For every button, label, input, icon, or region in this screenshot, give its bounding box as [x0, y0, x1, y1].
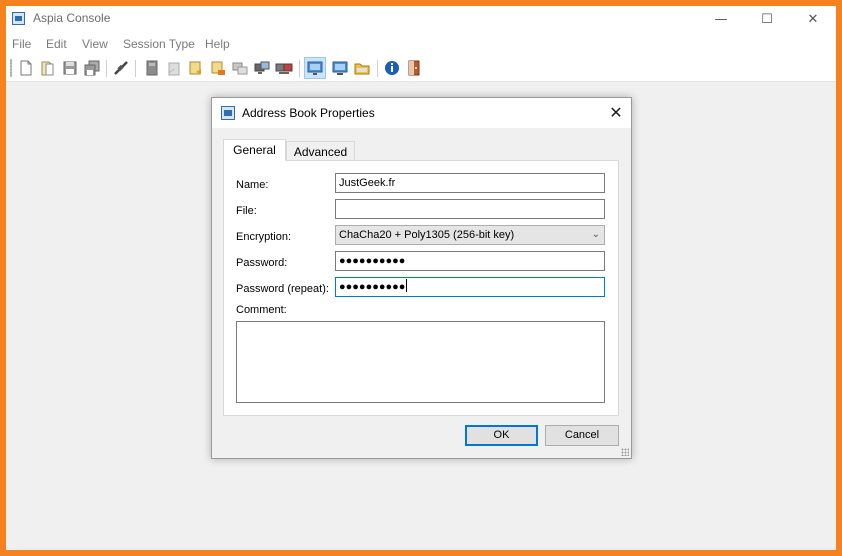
- dialog-app-icon: [221, 106, 235, 120]
- encryption-select[interactable]: ChaCha20 + Poly1305 (256-bit key) ⌄: [335, 225, 605, 245]
- password-repeat-mask: ●●●●●●●●●●: [339, 281, 406, 293]
- close-button[interactable]: ✕: [790, 6, 836, 33]
- text-caret: [406, 279, 408, 292]
- password-mask: ●●●●●●●●●●: [339, 255, 406, 267]
- delete-group-icon[interactable]: [165, 59, 183, 77]
- title-bar: Aspia Console — ☐ ✕: [6, 6, 836, 33]
- password-repeat-field[interactable]: ●●●●●●●●●●: [335, 277, 605, 297]
- connect-desktop-icon[interactable]: [253, 59, 271, 77]
- comment-textarea[interactable]: [236, 321, 605, 403]
- window-title: Aspia Console: [33, 11, 111, 25]
- dialog-title: Address Book Properties: [242, 106, 375, 120]
- menu-bar: File Edit View Session Type Help: [6, 33, 836, 55]
- name-label: Name:: [236, 179, 269, 191]
- encryption-label: Encryption:: [236, 231, 292, 243]
- aspia-app-icon: [12, 12, 25, 25]
- disconnect-icon[interactable]: [112, 59, 130, 77]
- toolbar-grip[interactable]: [10, 59, 12, 77]
- toolbar-separator: [299, 60, 300, 77]
- about-icon[interactable]: [383, 59, 401, 77]
- comment-label: Comment:: [236, 304, 287, 316]
- menu-help[interactable]: Help: [205, 37, 230, 51]
- file-label: File:: [236, 205, 257, 217]
- new-file-icon[interactable]: [17, 59, 35, 77]
- menu-edit[interactable]: Edit: [46, 37, 67, 51]
- file-transfer-icon[interactable]: [353, 59, 371, 77]
- password-field[interactable]: ●●●●●●●●●●: [335, 251, 605, 271]
- toolbar: [6, 55, 836, 82]
- address-book-properties-dialog: Address Book Properties ✕ General Advanc…: [211, 97, 632, 459]
- save-all-icon[interactable]: [83, 59, 101, 77]
- name-field[interactable]: JustGeek.fr: [335, 173, 605, 193]
- connect-view-icon[interactable]: [275, 59, 293, 77]
- save-icon[interactable]: [61, 59, 79, 77]
- tab-advanced[interactable]: Advanced: [286, 141, 355, 161]
- exit-icon[interactable]: [405, 59, 423, 77]
- open-file-icon[interactable]: [39, 59, 57, 77]
- ok-button[interactable]: OK: [465, 425, 538, 446]
- minimize-button[interactable]: —: [698, 6, 744, 33]
- toolbar-separator: [135, 60, 136, 77]
- password-label: Password:: [236, 257, 288, 269]
- menu-view[interactable]: View: [82, 37, 108, 51]
- dialog-close-button[interactable]: ✕: [601, 98, 631, 128]
- chevron-down-icon: ⌄: [591, 229, 600, 240]
- cancel-button[interactable]: Cancel: [545, 425, 619, 446]
- menu-session-type[interactable]: Session Type: [123, 37, 195, 51]
- general-tab-panel: Name: JustGeek.fr File: Encryption: ChaC…: [223, 160, 619, 416]
- add-computer-icon[interactable]: [187, 59, 205, 77]
- delete-computer-icon[interactable]: [209, 59, 227, 77]
- file-field[interactable]: [335, 199, 605, 219]
- resize-grip[interactable]: [621, 448, 629, 456]
- toolbar-separator: [377, 60, 378, 77]
- password-repeat-label: Password (repeat):: [236, 283, 329, 295]
- dialog-title-bar: Address Book Properties ✕: [212, 98, 631, 128]
- menu-file[interactable]: File: [12, 37, 31, 51]
- copy-computer-icon[interactable]: [231, 59, 249, 77]
- toolbar-separator: [106, 60, 107, 77]
- encryption-selected-value: ChaCha20 + Poly1305 (256-bit key): [339, 229, 515, 241]
- add-group-icon[interactable]: [143, 59, 161, 77]
- tab-general[interactable]: General: [223, 139, 286, 161]
- desktop-manage-button[interactable]: [304, 57, 326, 79]
- maximize-button[interactable]: ☐: [744, 6, 790, 33]
- desktop-view-icon[interactable]: [331, 59, 349, 77]
